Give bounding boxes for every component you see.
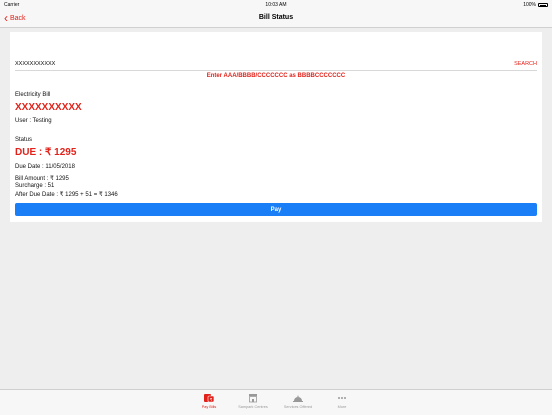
battery-status: 100% (523, 2, 548, 8)
status-label: Status (15, 137, 33, 143)
due-amount: DUE : ₹ 1295 (15, 147, 77, 158)
bill-number: XXXXXXXXXX (15, 102, 82, 113)
tab-label: Sampark Centres (238, 405, 268, 409)
format-hint: Enter AAA/BBBB/CCCCCCC as BBBBCCCCCCC (206, 73, 346, 79)
battery-percent: 100% (523, 2, 536, 8)
tab-sampark-centres[interactable]: Sampark Centres (233, 393, 273, 409)
bill-type-label: Electricity Bill (15, 92, 51, 98)
tab-pay-bills[interactable]: ₹ Pay Bills (189, 393, 229, 409)
tab-bar: ₹ Pay Bills Sampark Centres Services Off… (0, 389, 552, 415)
store-icon (249, 394, 257, 403)
surcharge: Surcharge : 51 (15, 183, 55, 189)
tab-more[interactable]: More (322, 393, 362, 409)
navigation-bar: ‹ Back Bill Status (0, 10, 552, 28)
battery-icon (538, 3, 548, 7)
tab-label: Pay Bills (201, 405, 217, 409)
pay-bills-icon: ₹ (204, 394, 215, 403)
pay-button[interactable]: Pay (15, 203, 537, 216)
more-dots-icon (338, 397, 346, 399)
svg-text:₹: ₹ (210, 397, 213, 402)
user-label: User : Testing (15, 118, 52, 124)
after-due-date: After Due Date : ₹ 1295 + 51 = ₹ 1346 (15, 192, 118, 198)
page-title: Bill Status (258, 14, 294, 21)
due-date: Due Date : 11/05/2018 (15, 164, 75, 170)
search-input[interactable] (15, 61, 495, 67)
tab-label: Services Offered (283, 405, 313, 409)
clock: 10:03 AM (265, 2, 287, 8)
tab-services-offered[interactable]: Services Offered (278, 393, 318, 409)
bill-card: SEARCH Enter AAA/BBBB/CCCCCCC as BBBBCCC… (10, 32, 542, 222)
status-bar: Carrier 10:03 AM 100% (0, 0, 552, 10)
tab-label: More (337, 405, 347, 409)
search-row: SEARCH (15, 60, 537, 71)
bill-amount: Bill Amount : ₹ 1295 (15, 176, 69, 182)
service-bell-icon (293, 395, 303, 402)
search-button[interactable]: SEARCH (514, 61, 537, 67)
